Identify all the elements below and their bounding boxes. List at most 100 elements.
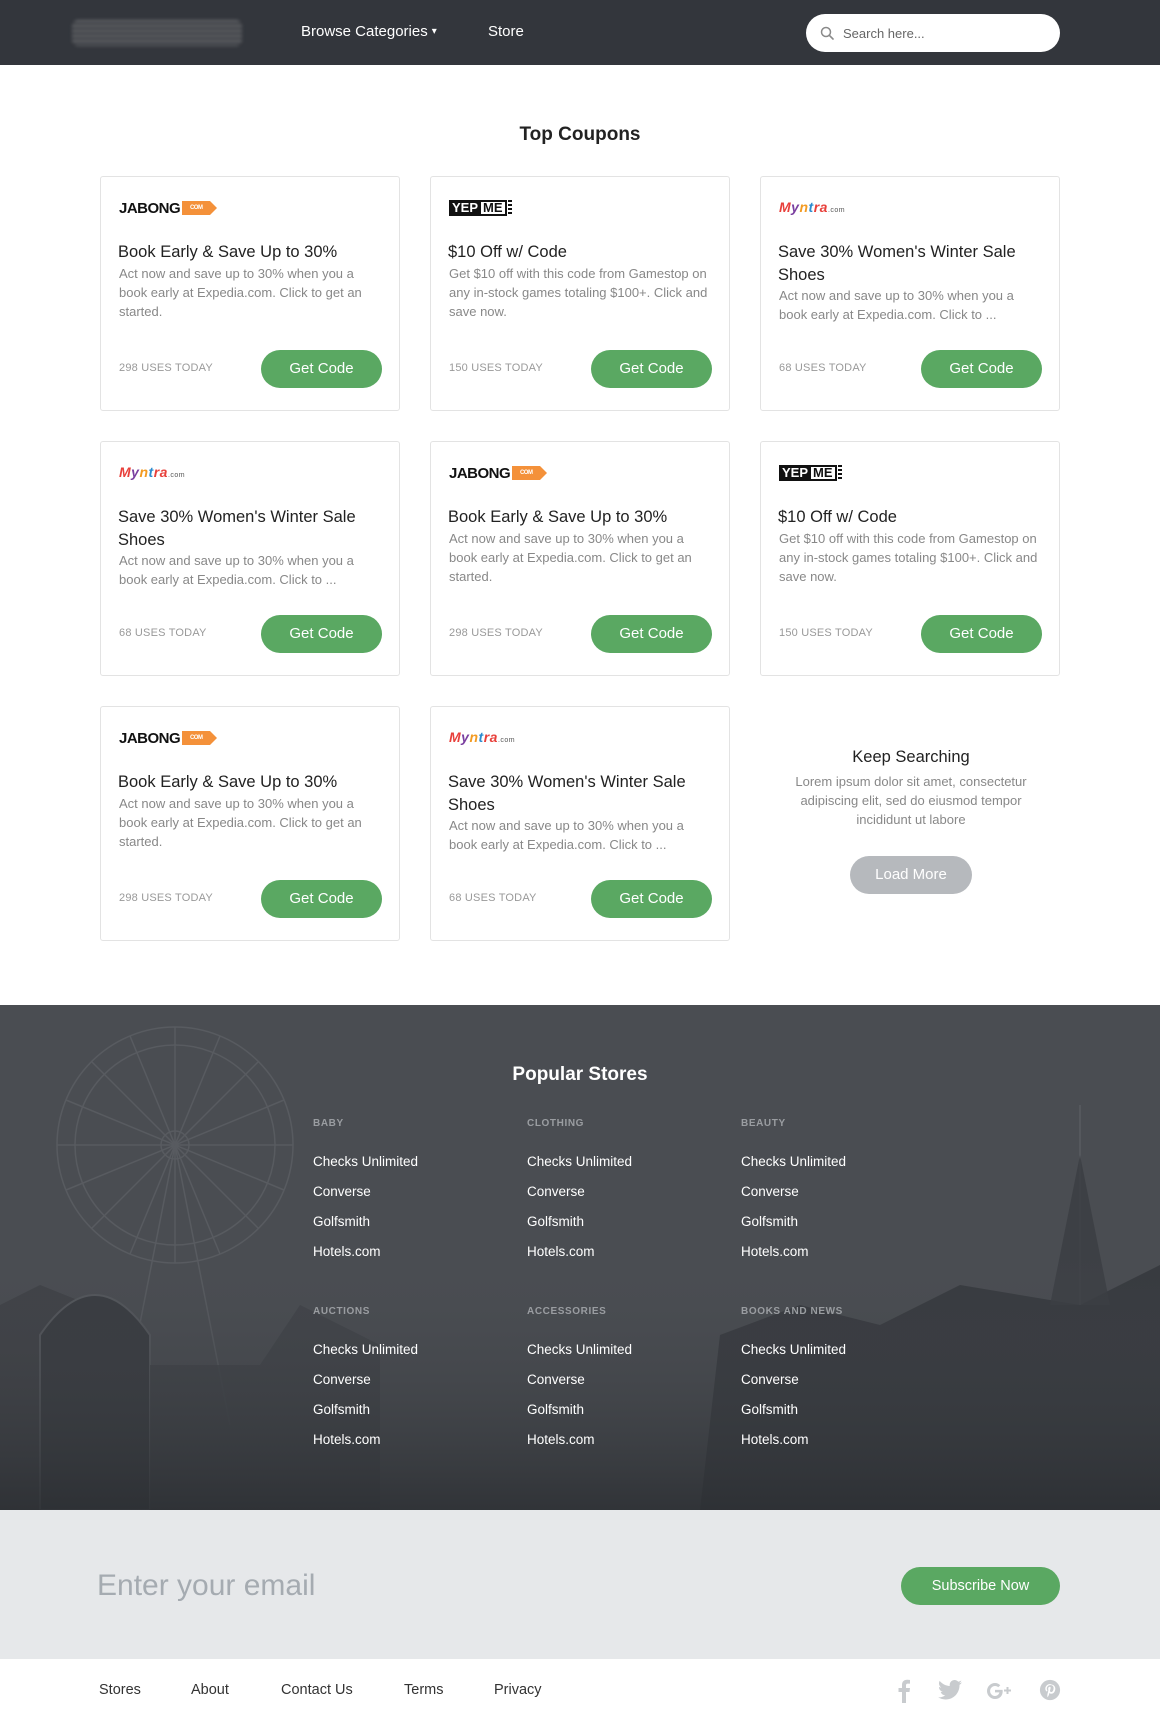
jabong-wordmark: JABONG (119, 199, 181, 217)
footer-link-contact-us[interactable]: Contact Us (281, 1682, 353, 1698)
coupon-title: Book Early & Save Up to 30% (118, 243, 338, 261)
uses-today: 298 USES TODAY (119, 362, 213, 374)
coupon-card: Myntra.com Save 30% Women's Winter Sale S… (100, 441, 400, 676)
get-code-button[interactable]: Get Code (591, 615, 712, 653)
brand-logo-myntra: Myntra.com (119, 464, 185, 482)
brand-logo-yepme: YEP ME (449, 199, 512, 217)
get-code-button[interactable]: Get Code (261, 350, 382, 388)
store-column-accessories: ACCESSORIES Checks Unlimited Converse Golfs… (527, 1306, 727, 1449)
email-field[interactable] (97, 1566, 597, 1606)
get-code-button[interactable]: Get Code (261, 880, 382, 918)
store-link[interactable]: Checks Unlimited (527, 1341, 727, 1359)
store-link[interactable]: Hotels.com (527, 1431, 727, 1449)
uses-today: 68 USES TODAY (449, 892, 537, 904)
store-link[interactable]: Hotels.com (313, 1431, 513, 1449)
coupon-title: Save 30% Women's Winter Sale Shoes (778, 243, 1016, 284)
site-header: Browse Categories ▾ Store (0, 0, 1160, 65)
caret-down-icon: ▾ (431, 26, 437, 37)
load-more-button[interactable]: Load More (850, 856, 972, 894)
store-link[interactable]: Checks Unlimited (527, 1153, 727, 1171)
search-input[interactable] (843, 22, 1043, 44)
site-logo[interactable] (72, 20, 242, 46)
get-code-button[interactable]: Get Code (921, 615, 1042, 653)
pinterest-icon[interactable] (1039, 1679, 1061, 1701)
coupon-card: JABONG COM Book Early & Save Up to 30% Act … (100, 176, 400, 411)
myntra-letter: M (449, 729, 462, 745)
footer-link-privacy[interactable]: Privacy (494, 1682, 542, 1698)
subscribe-button[interactable]: Subscribe Now (901, 1567, 1060, 1605)
brand-logo-jabong: JABONG COM (119, 199, 218, 217)
store-link[interactable]: Hotels.com (741, 1243, 941, 1261)
coupon-description: Get $10 off with this code from Gamestop… (779, 531, 1038, 584)
keep-searching-text: Lorem ipsum dolor sit amet, consectetur … (795, 774, 1027, 827)
store-link[interactable]: Converse (741, 1183, 941, 1201)
coupon-description: Get $10 off with this code from Gamestop… (449, 266, 708, 319)
coupon-title: Save 30% Women's Winter Sale Shoes (118, 508, 356, 549)
myntra-letter: a (819, 199, 828, 215)
coupon-card: YEP ME $10 Off w/ Code Get $10 off with thi… (430, 176, 730, 411)
store-link[interactable]: Golfsmith (741, 1401, 941, 1419)
footer-link-about[interactable]: About (191, 1682, 229, 1698)
store-link[interactable]: Checks Unlimited (313, 1341, 513, 1359)
store-link[interactable]: Checks Unlimited (313, 1153, 513, 1171)
jabong-wordmark: JABONG (119, 729, 181, 747)
get-code-button[interactable]: Get Code (591, 880, 712, 918)
brand-logo-jabong: JABONG COM (449, 464, 548, 482)
yepme-barcode (507, 200, 512, 216)
coupon-title: $10 Off w/ Code (448, 243, 567, 261)
store-link[interactable]: Converse (313, 1371, 513, 1389)
myntra-suffix: .com (497, 737, 516, 744)
nav-store[interactable]: Store (488, 23, 524, 40)
store-column-clothing: CLOTHING Checks Unlimited Converse Golfsmit… (527, 1118, 727, 1261)
coupon-card: JABONG COM Book Early & Save Up to 30% Act … (100, 706, 400, 941)
brand-logo-jabong: JABONG COM (119, 729, 218, 747)
get-code-button[interactable]: Get Code (921, 350, 1042, 388)
store-link[interactable]: Golfsmith (527, 1401, 727, 1419)
coupon-card: JABONG COM Book Early & Save Up to 30% Act … (430, 441, 730, 676)
yepme-wordmark-right: ME (811, 465, 837, 481)
search-box (806, 14, 1060, 52)
coupon-description: Act now and save up to 30% when you a bo… (119, 796, 362, 849)
search-icon (820, 26, 834, 40)
store-category-label: CLOTHING (527, 1118, 585, 1129)
brand-logo-yepme: YEP ME (779, 464, 842, 482)
google-plus-icon[interactable] (987, 1679, 1011, 1703)
footer-link-terms[interactable]: Terms (404, 1682, 443, 1698)
store-column-beauty: BEAUTY Checks Unlimited Converse Golfsmith H… (741, 1118, 941, 1261)
store-link[interactable]: Golfsmith (527, 1213, 727, 1231)
store-link[interactable]: Checks Unlimited (741, 1341, 941, 1359)
facebook-icon[interactable] (896, 1679, 912, 1703)
coupon-card: Myntra.com Save 30% Women's Winter Sale S… (760, 176, 1060, 411)
store-category-label: ACCESSORIES (527, 1306, 607, 1317)
keep-searching-title: Keep Searching (852, 748, 970, 766)
store-link[interactable]: Converse (527, 1371, 727, 1389)
store-link[interactable]: Hotels.com (741, 1431, 941, 1449)
coupon-title: Book Early & Save Up to 30% (118, 773, 338, 791)
uses-today: 150 USES TODAY (779, 627, 873, 639)
coupon-description: Act now and save up to 30% when you a bo… (449, 818, 684, 852)
get-code-button[interactable]: Get Code (261, 615, 382, 653)
store-link[interactable]: Converse (527, 1183, 727, 1201)
twitter-icon[interactable] (938, 1679, 962, 1701)
yepme-barcode (837, 465, 842, 481)
store-link[interactable]: Checks Unlimited (741, 1153, 941, 1171)
jabong-tag: COM (512, 466, 548, 480)
store-link[interactable]: Converse (313, 1183, 513, 1201)
myntra-letter: a (489, 729, 498, 745)
store-link[interactable]: Hotels.com (527, 1243, 727, 1261)
brand-logo-myntra: Myntra.com (779, 199, 845, 217)
uses-today: 298 USES TODAY (449, 627, 543, 639)
store-link[interactable]: Converse (741, 1371, 941, 1389)
myntra-letter: n (139, 464, 149, 480)
store-link[interactable]: Golfsmith (313, 1401, 513, 1419)
myntra-letter: M (119, 464, 132, 480)
store-link[interactable]: Hotels.com (313, 1243, 513, 1261)
store-category-label: BEAUTY (741, 1118, 786, 1129)
nav-browse-categories[interactable]: Browse Categories ▾ (301, 23, 437, 40)
store-link[interactable]: Golfsmith (313, 1213, 513, 1231)
footer-link-stores[interactable]: Stores (99, 1682, 141, 1698)
store-category-label: BOOKS AND NEWS (741, 1306, 843, 1317)
store-category-label: BABY (313, 1118, 344, 1129)
get-code-button[interactable]: Get Code (591, 350, 712, 388)
store-link[interactable]: Golfsmith (741, 1213, 941, 1231)
